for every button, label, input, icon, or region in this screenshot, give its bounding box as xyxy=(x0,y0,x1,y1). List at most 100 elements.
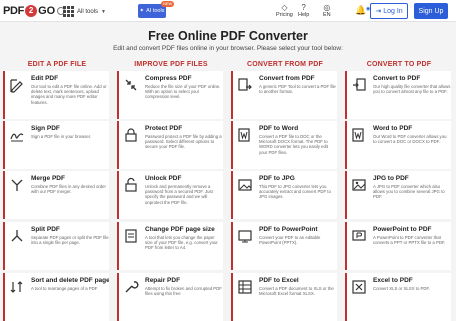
pdf2go-logo[interactable]: PDF 2 GO xyxy=(3,3,66,19)
tool-name: Edit PDF xyxy=(31,75,59,82)
powerpoint-to-pdf-icon xyxy=(352,230,366,241)
tool-description: A tool to rearrange pages of a PDF xyxy=(31,286,98,291)
help-link[interactable]: ? Help xyxy=(298,3,309,18)
tool-card[interactable]: PDF to Word Convert a PDF file to DOC or … xyxy=(231,121,337,169)
tool-card[interactable]: Repair PDF Attempt to fix broken and corr… xyxy=(117,273,223,321)
tool-name: Split PDF xyxy=(31,226,60,233)
compress-icon xyxy=(125,79,137,91)
tool-description: Convert a PDF document to XLS or the Mic… xyxy=(259,286,334,297)
convert-to-pdf-icon xyxy=(353,78,366,91)
tool-description: Unlock and permanently remove a password… xyxy=(145,184,213,205)
language-icon: ◎ xyxy=(323,3,331,12)
tool-description: Separate PDF pages or split the PDF file… xyxy=(31,235,109,246)
tool-card[interactable]: Protect PDF Password protect a PDF file b… xyxy=(117,121,223,169)
tool-card[interactable]: Sort and delete PDF pages A tool to rearr… xyxy=(3,273,109,321)
column-heading: CONVERT TO PDF xyxy=(366,61,432,68)
tool-card[interactable]: Excel to PDF Convert XLS or XLSX to PDF. xyxy=(345,273,451,321)
tool-description: A JPG to PDF converter which also allows… xyxy=(373,184,445,200)
signup-button[interactable]: Sign Up xyxy=(414,3,448,19)
login-label: Log In xyxy=(383,7,403,15)
new-badge: NEW xyxy=(161,1,175,7)
tool-description: This PDF to JPG converter lets you accur… xyxy=(259,184,331,200)
tool-description: Convert XLS or XLSX to PDF. xyxy=(373,286,430,291)
tool-name: Unlock PDF xyxy=(145,175,182,182)
tool-card[interactable]: Unlock PDF Unlock and permanently remove … xyxy=(117,171,223,219)
tool-name: Protect PDF xyxy=(145,125,183,132)
pdf-to-powerpoint-icon xyxy=(238,230,252,243)
tool-description: Combine PDF files in any desired order w… xyxy=(31,184,106,195)
tool-name: Word to PDF xyxy=(373,125,413,132)
question-icon: ? xyxy=(301,3,306,12)
column-heading: CONVERT FROM PDF xyxy=(247,61,323,68)
split-icon xyxy=(11,230,23,242)
pencil-edit-icon xyxy=(10,79,23,93)
login-button[interactable]: ⇥ Log In xyxy=(370,3,408,19)
login-icon: ⇥ xyxy=(375,8,382,15)
help-label: Help xyxy=(298,12,310,18)
tool-description: A tool that lets you change the paper si… xyxy=(145,235,218,251)
tool-description: Convert a PDF file to DOC or the Microso… xyxy=(259,134,329,155)
tool-name: Merge PDF xyxy=(31,175,65,182)
tool-name: Convert from PDF xyxy=(259,75,315,82)
diamond-icon: ◇ xyxy=(281,3,288,12)
logo-text-go: GO xyxy=(38,5,56,17)
tool-name: PDF to Word xyxy=(259,125,299,132)
tool-card[interactable]: Edit PDF Our tool to edit a PDF file onli… xyxy=(3,71,109,119)
tool-card[interactable]: PDF to PowerPoint Convert your PDF to an … xyxy=(231,222,337,270)
excel-to-pdf-icon xyxy=(352,280,366,294)
tool-card[interactable]: PDF to Excel Convert a PDF document to XL… xyxy=(231,273,337,321)
tool-name: Repair PDF xyxy=(145,277,181,284)
tool-description: Convert your PDF to an editable PowerPoi… xyxy=(259,235,321,246)
pricing-link[interactable]: ◇ Pricing xyxy=(276,3,293,18)
all-tools-menu[interactable]: All tools ▼ xyxy=(63,6,106,17)
chevron-down-icon: ▼ xyxy=(101,8,106,15)
pricing-label: Pricing xyxy=(276,12,293,18)
pdf-to-jpg-icon xyxy=(238,179,252,191)
tool-card[interactable]: PDF to JPG This PDF to JPG converter lets… xyxy=(231,171,337,219)
tool-card[interactable]: JPG to PDF A JPG to PDF converter which a… xyxy=(345,171,451,219)
tool-name: PDF to Excel xyxy=(259,277,299,284)
top-header: PDF 2 GO All tools ▼ ✦ AI tools NEW ◇ Pr… xyxy=(0,0,456,22)
tool-description: Attempt to fix broken and corrupted PDF … xyxy=(145,286,222,297)
lock-icon xyxy=(125,128,137,142)
tool-name: Sort and delete PDF pages xyxy=(31,277,109,284)
sparkle-icon: ✦ xyxy=(139,8,145,14)
signature-icon xyxy=(10,133,24,142)
unlock-icon xyxy=(125,177,137,192)
page-subtitle: Edit and convert PDF files online in you… xyxy=(113,45,343,52)
pdf-to-excel-icon xyxy=(238,280,252,294)
column-heading: EDIT A PDF FILE xyxy=(27,61,87,68)
language-selector[interactable]: ◎ EN xyxy=(323,3,331,18)
tool-card[interactable]: Split PDF Separate PDF pages or split the… xyxy=(3,222,109,270)
tool-card[interactable]: Sign PDF Sign a PDF file in your browser. xyxy=(3,121,109,169)
tool-name: JPG to PDF xyxy=(373,175,409,182)
tool-description: A generic PDF Tool to convert a PDF file… xyxy=(259,84,336,95)
merge-icon xyxy=(11,179,23,191)
ai-tools-label: AI tools xyxy=(146,8,165,14)
tool-card[interactable]: Word to PDF Our Word to PDF converter all… xyxy=(345,121,451,169)
tool-name: Sign PDF xyxy=(31,125,60,132)
tool-name: PDF to PowerPoint xyxy=(259,226,318,233)
tool-card[interactable]: Convert to PDF Our high quality file conv… xyxy=(345,71,451,119)
column-heading: IMPROVE PDF FILES xyxy=(134,61,208,68)
pdf-to-word-icon xyxy=(238,128,250,142)
tool-card[interactable]: Convert from PDF A generic PDF Tool to co… xyxy=(231,71,337,119)
logo-text-pdf: PDF xyxy=(3,5,25,17)
tool-description: Our Word to PDF converter allows you to … xyxy=(373,134,447,145)
convert-from-pdf-icon xyxy=(238,78,252,91)
grid-icon xyxy=(63,6,74,17)
page-title: Free Online PDF Converter xyxy=(148,29,308,43)
tool-card[interactable]: Compress PDF Reduce the file size of your… xyxy=(117,71,223,119)
tool-name: Convert to PDF xyxy=(373,75,421,82)
tool-description: Our tool to edit a PDF file online. Add … xyxy=(31,84,107,105)
jpg-to-pdf-icon xyxy=(352,179,366,191)
tool-description: Reduce the file size of your PDF online.… xyxy=(145,84,221,100)
tool-card[interactable]: Change PDF page size A tool that lets you… xyxy=(117,222,223,270)
signup-label: Sign Up xyxy=(418,7,444,15)
tool-card[interactable]: Merge PDF Combine PDF files in any desire… xyxy=(3,171,109,219)
tool-name: PowerPoint to PDF xyxy=(373,226,432,233)
bell-icon[interactable]: 🔔 xyxy=(355,5,366,16)
all-tools-label: All tools xyxy=(77,8,99,15)
tool-description: Password protect a PDF file by adding a … xyxy=(145,134,222,150)
tool-card[interactable]: PowerPoint to PDF A PowerPoint to PDF con… xyxy=(345,222,451,270)
